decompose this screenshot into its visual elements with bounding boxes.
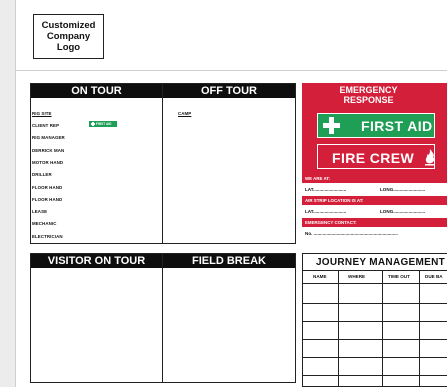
first-aid-badge: FIRST AID: [89, 121, 117, 127]
first-aid-cross-icon: [91, 122, 95, 126]
we-are-at-label: WE ARE AT:: [302, 174, 447, 183]
on-tour-item: FLOOR HAND: [32, 185, 63, 190]
first-aid-badge-label: FIRST AID: [96, 122, 112, 126]
column-time-out: TIME OUT: [388, 274, 410, 279]
on-tour-item: MOTOR HAND: [32, 160, 64, 165]
off-tour-item: CAMP: [178, 111, 192, 116]
lat-field: LAT..........................: [305, 187, 347, 192]
row-divider: [303, 303, 447, 304]
off-tour-header: OFF TOUR: [163, 84, 295, 98]
on-tour-item: DERRICK MAN: [32, 148, 65, 153]
row-divider: [303, 375, 447, 376]
contact-number-field: No. ....................................…: [305, 231, 398, 236]
first-aid-cross-icon: [323, 117, 340, 134]
journey-title: JOURNEY MANAGEMENT: [315, 257, 446, 268]
row-divider: [303, 339, 447, 340]
row-divider: [303, 321, 447, 322]
column-divider: [382, 270, 383, 386]
emergency-details: WE ARE AT: LAT..........................…: [302, 174, 447, 245]
on-tour-item: FLOOR HAND: [32, 197, 63, 202]
on-tour-item: DRILLER: [32, 172, 52, 177]
on-tour-item: RIG MANAGER: [32, 135, 65, 140]
column-divider: [338, 270, 339, 386]
column-due-back: DUE BA: [425, 274, 443, 279]
tour-divider: [162, 84, 163, 243]
on-tour-header: ON TOUR: [31, 84, 162, 98]
emergency-title-line2: RESPONSE: [343, 95, 394, 105]
on-tour-item: CLIENT REP: [32, 123, 60, 128]
company-logo: Customized Company Logo: [33, 14, 104, 59]
journey-header-row: NAME WHERE TIME OUT DUE BA: [303, 270, 447, 284]
long-field: LONG.........................: [380, 209, 426, 214]
journey-management-table: JOURNEY MANAGEMENT NAME WHERE TIME OUT D…: [302, 253, 447, 387]
first-aid-sign: FIRST AID: [317, 113, 435, 138]
emergency-title-line1: EMERGENCY: [339, 85, 398, 95]
air-strip-label: AIR STRIP LOCATION IS AT:: [302, 196, 447, 205]
tour-panel: ON TOUR OFF TOUR: [30, 83, 296, 244]
long-field: LONG.........................: [380, 187, 426, 192]
column-where: WHERE: [348, 274, 366, 279]
fire-crew-label: FIRE CREW: [332, 150, 415, 166]
visitor-panel: VISITOR ON TOUR FIELD BREAK: [30, 253, 296, 383]
whiteboard: Customized Company Logo ON TOUR OFF TOUR…: [15, 0, 447, 387]
fire-crew-sign: FIRE CREW: [317, 144, 435, 169]
on-tour-item: ELECTRICIAN: [32, 234, 63, 239]
on-tour-item: RIG SITE: [32, 111, 52, 116]
visitor-divider: [162, 254, 163, 382]
emergency-response-panel: EMERGENCY RESPONSE FIRST AID FIRE CREW W…: [302, 83, 447, 245]
column-divider: [419, 270, 420, 386]
on-tour-item: MECHANIC: [32, 221, 57, 226]
emergency-title: EMERGENCY RESPONSE: [302, 85, 435, 105]
row-divider: [303, 357, 447, 358]
first-aid-label: FIRST AID: [361, 118, 433, 134]
flame-icon: [425, 149, 435, 166]
divider: [16, 70, 447, 71]
board-edge: [0, 0, 15, 387]
field-break-header: FIELD BREAK: [163, 254, 295, 268]
lat-field: LAT..........................: [305, 209, 347, 214]
on-tour-item: LEASE: [32, 209, 48, 214]
visitor-on-tour-header: VISITOR ON TOUR: [31, 254, 162, 268]
column-name: NAME: [313, 274, 327, 279]
emergency-contact-label: EMERGENCY CONTACT:: [302, 218, 447, 227]
